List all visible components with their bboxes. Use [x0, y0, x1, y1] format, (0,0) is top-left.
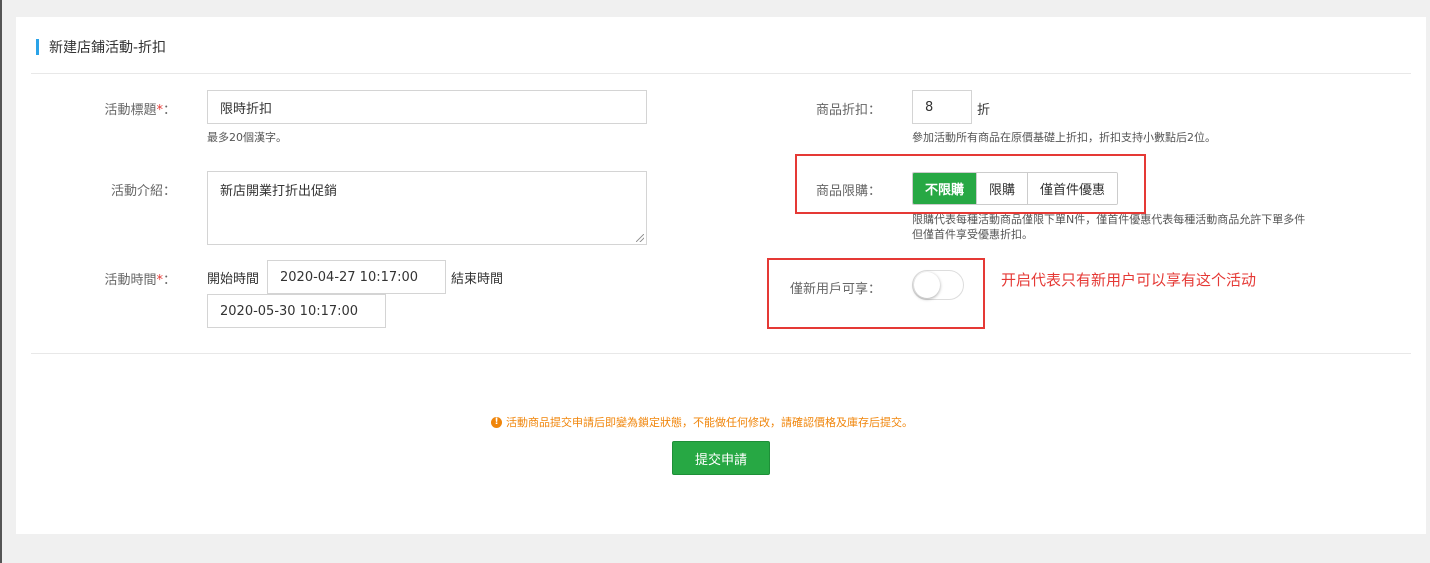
submit-warning: ! 活動商品提交申請后即變為鎖定狀態，不能做任何修改，請確認價格及庫存后提交。: [491, 414, 913, 430]
annotation-box-purchase-limit: [795, 154, 1146, 214]
annotation-note: 开启代表只有新用户可以享有这个活动: [1001, 271, 1257, 289]
window-edge: [0, 0, 2, 563]
form-panel: 新建店鋪活動-折扣 活動標題*： 限時折扣 最多20個漢字。 活動介紹： 新店開…: [16, 17, 1426, 534]
form-divider: [31, 353, 1411, 354]
activity-time-label: 活動時間*：: [104, 273, 176, 288]
exclamation-circle-icon: !: [491, 416, 502, 428]
activity-title-hint: 最多20個漢字。: [207, 131, 287, 144]
activity-intro-label: 活動介紹：: [110, 184, 176, 199]
submit-button[interactable]: 提交申請: [672, 441, 770, 475]
discount-input[interactable]: 8: [912, 90, 972, 124]
end-time-input[interactable]: 2020-05-30 10:17:00: [207, 294, 386, 328]
start-time-input[interactable]: 2020-04-27 10:17:00: [267, 260, 446, 294]
discount-unit: 折: [977, 103, 991, 118]
page-title: 新建店鋪活動-折扣: [49, 40, 167, 56]
activity-intro-value: 新店開業打折出促銷: [220, 184, 338, 199]
header-divider: [31, 73, 1411, 74]
purchase-limit-hint-line1: 限購代表每種活動商品僅限下單N件，僅首件優惠代表每種活動商品允許下單多件: [912, 213, 1306, 226]
annotation-box-new-users: [767, 258, 985, 329]
discount-label: 商品折扣：: [815, 103, 881, 118]
activity-title-label: 活動標題*：: [104, 103, 176, 118]
discount-hint: 參加活動所有商品在原價基礎上折扣，折扣支持小數點后2位。: [912, 131, 1216, 144]
end-time-label: 結束時間: [451, 272, 504, 287]
purchase-limit-hint-line2: 但僅首件享受優惠折扣。: [912, 228, 1033, 241]
start-time-label: 開始時間: [207, 272, 260, 287]
title-accent-bar: [36, 39, 39, 55]
submit-warning-text: 活動商品提交申請后即變為鎖定狀態，不能做任何修改，請確認價格及庫存后提交。: [506, 416, 913, 429]
page-header: 新建店鋪活動-折扣: [36, 37, 166, 57]
activity-title-input[interactable]: 限時折扣: [207, 90, 647, 124]
purchase-limit-hint: 限購代表每種活動商品僅限下單N件，僅首件優惠代表每種活動商品允許下單多件 但僅首…: [912, 212, 1305, 242]
activity-intro-textarea[interactable]: 新店開業打折出促銷: [207, 171, 647, 245]
resize-grip-icon[interactable]: [636, 234, 644, 242]
